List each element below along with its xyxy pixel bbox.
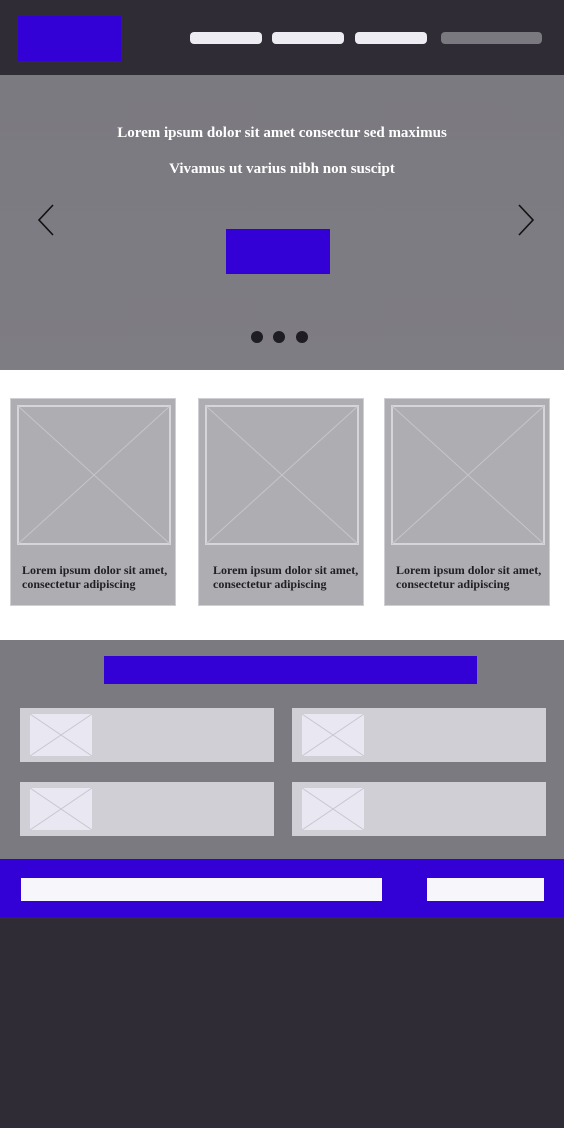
feature-card[interactable]: Lorem ipsum dolor sit amet, consectetur …: [384, 398, 550, 606]
hero-cta-button[interactable]: [226, 229, 330, 274]
feature-card[interactable]: Lorem ipsum dolor sit amet, consectetur …: [10, 398, 176, 606]
list-tile[interactable]: [20, 782, 274, 836]
list-tile[interactable]: [292, 708, 546, 762]
listing-section: [0, 640, 564, 859]
subscribe-input[interactable]: [21, 878, 382, 901]
nav-item-3[interactable]: [355, 32, 427, 44]
image-placeholder-icon: [302, 714, 364, 756]
section-heading-bar: [104, 656, 477, 684]
feature-card[interactable]: Lorem ipsum dolor sit amet, consectetur …: [198, 398, 364, 606]
nav-item-4[interactable]: [441, 32, 542, 44]
image-placeholder-icon: [205, 405, 359, 545]
card-text: Lorem ipsum dolor sit amet, consectetur …: [396, 563, 542, 591]
hero-subtitle: Vivamus ut varius nibh non suscipt: [169, 161, 395, 177]
hero-carousel: Lorem ipsum dolor sit amet consectur sed…: [0, 75, 564, 370]
image-placeholder-icon: [30, 788, 92, 830]
subscribe-bar: [0, 859, 564, 917]
card-text: Lorem ipsum dolor sit amet, consectetur …: [22, 563, 168, 591]
image-placeholder-icon: [302, 788, 364, 830]
carousel-dot-2[interactable]: [273, 331, 285, 343]
nav-item-2[interactable]: [272, 32, 344, 44]
chevron-left-icon[interactable]: [36, 203, 56, 237]
list-tile[interactable]: [292, 782, 546, 836]
nav-item-1[interactable]: [190, 32, 262, 44]
image-placeholder-icon: [17, 405, 171, 545]
chevron-right-icon[interactable]: [516, 203, 536, 237]
image-placeholder-icon: [391, 405, 545, 545]
feature-cards: Lorem ipsum dolor sit amet, consectetur …: [0, 370, 564, 640]
header: [0, 0, 564, 75]
carousel-dot-3[interactable]: [296, 331, 308, 343]
footer: [0, 917, 564, 1128]
carousel-dot-1[interactable]: [251, 331, 263, 343]
hero-title: Lorem ipsum dolor sit amet consectur sed…: [117, 125, 447, 141]
subscribe-button[interactable]: [427, 878, 544, 901]
card-text: Lorem ipsum dolor sit amet, consectetur …: [213, 563, 359, 591]
logo[interactable]: [18, 16, 121, 61]
list-tile[interactable]: [20, 708, 274, 762]
image-placeholder-icon: [30, 714, 92, 756]
